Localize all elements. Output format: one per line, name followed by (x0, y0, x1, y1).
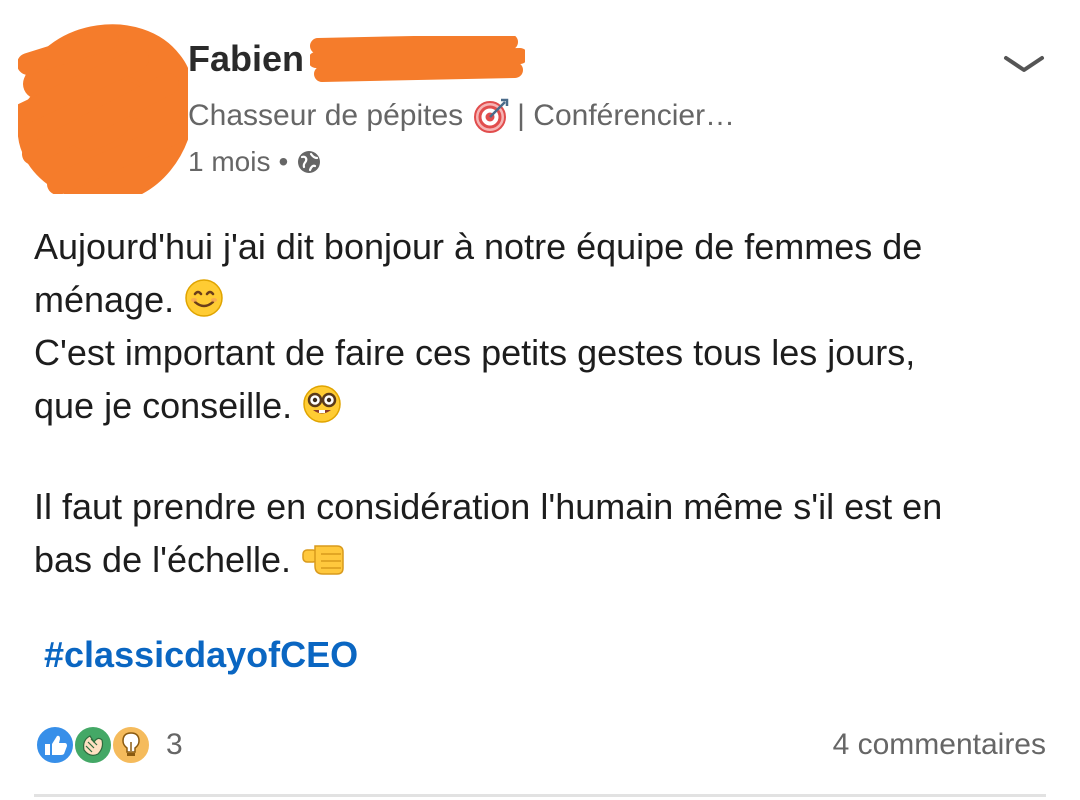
headline-text-rest: | Conférencier… (517, 99, 736, 132)
like-icon (34, 724, 76, 766)
reactions-summary[interactable]: 3 (34, 724, 183, 766)
chevron-down-icon[interactable] (1000, 48, 1048, 80)
post-text-line: C'est important de faire ces petits gest… (34, 332, 916, 373)
insightful-icon (110, 724, 152, 766)
target-icon (473, 98, 509, 134)
post-text-line-with-emoji: que je conseille. (34, 379, 1044, 432)
post-time: 1 mois (188, 146, 271, 177)
globe-icon (296, 149, 322, 175)
author-headline: Chasseur de pépites | Conférencier… (188, 98, 735, 134)
post-text-line: Il faut prendre en considération l'humai… (34, 486, 943, 527)
headline-text: Chasseur de pépites (188, 99, 464, 132)
comments-count-link[interactable]: 4 commentaires (833, 728, 1046, 762)
meta-separator: • (278, 146, 289, 177)
smiling-face-emoji (184, 278, 224, 318)
hashtag-link[interactable]: #classicdayofCEO (44, 634, 358, 676)
feed-post: Fabien Chasseur de pépites | Conférencie… (0, 0, 1080, 800)
nerd-face-emoji (302, 384, 342, 424)
post-text-line-with-emoji: ménage. (34, 273, 1044, 326)
celebrate-icon (72, 724, 114, 766)
redaction-mark (308, 34, 528, 82)
reactions-count: 3 (166, 728, 183, 761)
author-name[interactable]: Fabien (188, 38, 304, 80)
post-text-line-with-emoji: bas de l'échelle. (34, 533, 1044, 586)
post-meta: 1 mois • (188, 146, 322, 178)
post-text-fragment: bas de l'échelle. (34, 539, 292, 580)
author-avatar[interactable] (12, 24, 195, 203)
post-text: Aujourd'hui j'ai dit bonjour à notre équ… (34, 220, 1044, 586)
post-text-fragment: que je conseille. (34, 385, 293, 426)
post-text-fragment: ménage. (34, 279, 175, 320)
fist-bump-emoji (301, 538, 344, 578)
post-text-line: Aujourd'hui j'ai dit bonjour à notre équ… (34, 226, 923, 267)
divider (34, 794, 1046, 797)
